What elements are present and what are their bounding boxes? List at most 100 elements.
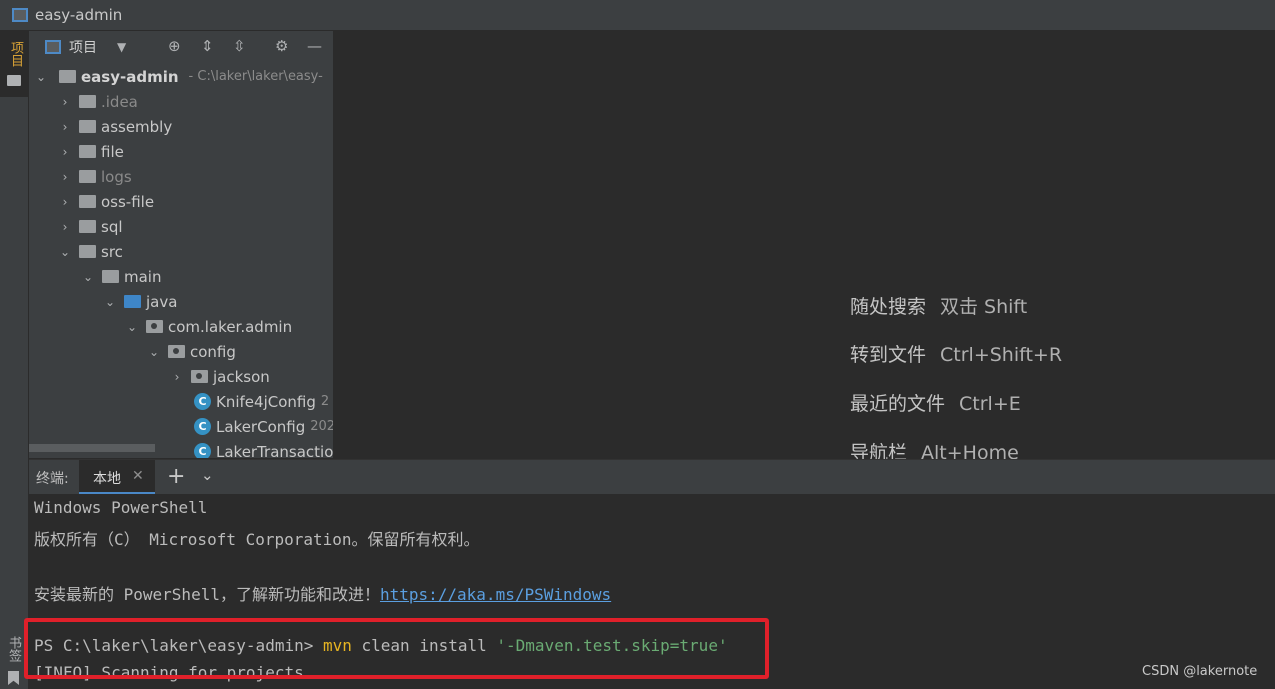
chevron-down-icon[interactable]: ⌄: [126, 320, 138, 334]
watermark: CSDN @lakernote: [1142, 664, 1258, 679]
tree-row-lakerconfig[interactable]: C LakerConfig 202: [194, 414, 333, 439]
powershell-link[interactable]: https://aka.ms/PSWindows: [380, 585, 611, 604]
tree-row-label: file: [101, 142, 124, 161]
terminal-tab-local[interactable]: 本地 ✕: [79, 460, 155, 494]
package-icon: [191, 370, 208, 383]
expand-all-icon[interactable]: ⇕: [201, 37, 214, 55]
left-tool-strip: 项目 书签: [0, 31, 29, 689]
tree-row-label: oss-file: [101, 192, 155, 211]
tree-row-main[interactable]: ⌄ main: [82, 264, 162, 289]
class-icon: C: [194, 418, 211, 435]
chevron-down-icon[interactable]: ⌄: [201, 466, 214, 484]
tree-row-easy-admin[interactable]: ⌄ easy-admin - C:\laker\laker\easy-: [35, 64, 323, 89]
hint-shortcut: 双击 Shift: [940, 296, 1028, 318]
tree-row-lakertransaction[interactable]: C LakerTransactio: [194, 439, 333, 458]
module-icon: [59, 70, 76, 83]
window-icon: [12, 8, 28, 22]
hint-label: 最近的文件: [850, 393, 946, 415]
bookmarks-tool-tab[interactable]: 书签: [4, 636, 23, 662]
terminal-tab-label: 本地: [93, 471, 121, 487]
bookmark-icon[interactable]: [8, 671, 19, 685]
terminal-line: 版权所有（C） Microsoft Corporation。保留所有权利。: [34, 530, 480, 549]
tree-row-label: logs: [101, 167, 132, 186]
chevron-right-icon[interactable]: ›: [59, 145, 71, 159]
terminal-label: 终端:: [36, 471, 69, 487]
tree-row-java[interactable]: ⌄ java: [104, 289, 177, 314]
tree-row-label: main: [124, 267, 162, 286]
hint-recent-files: 最近的文件 Ctrl+E: [850, 389, 1021, 416]
terminal-toolbar: 终端: 本地 ✕ + ⌄: [29, 459, 1275, 495]
gear-icon[interactable]: ⚙: [275, 37, 288, 55]
tree-horizontal-scrollbar[interactable]: [29, 444, 155, 452]
hint-label: 随处搜索: [850, 296, 927, 318]
collapse-all-icon[interactable]: ⇳: [233, 37, 246, 55]
project-tool-tab[interactable]: 项目: [0, 31, 28, 97]
chevron-right-icon[interactable]: ›: [59, 170, 71, 184]
folder-icon: [79, 145, 96, 158]
terminal-text: 安装最新的 PowerShell，了解新功能和改进！: [34, 585, 380, 604]
folder-icon: [79, 170, 96, 183]
chevron-down-icon[interactable]: ⌄: [35, 70, 47, 84]
folder-icon: [102, 270, 119, 283]
package-icon: [168, 345, 185, 358]
title-bar: easy-admin: [0, 0, 1275, 31]
project-view-selector[interactable]: 项目: [69, 37, 97, 57]
class-icon: C: [194, 443, 211, 458]
chevron-right-icon[interactable]: ›: [59, 95, 71, 109]
tree-row-logs[interactable]: › logs: [59, 164, 132, 189]
tree-row-config[interactable]: ⌄ config: [148, 339, 236, 364]
tree-row-date: 2: [320, 394, 330, 409]
project-toolbar: 项目 ▼ ⊕ ⇕ ⇳ ⚙ —: [29, 31, 333, 63]
tree-row-knife4jconfig[interactable]: C Knife4jConfig 2: [194, 389, 329, 414]
tree-row-label: java: [146, 292, 178, 311]
tree-row-label: LakerTransactio: [216, 442, 333, 459]
chevron-down-icon[interactable]: ⌄: [59, 245, 71, 259]
package-icon: [146, 320, 163, 333]
highlight-box: [24, 618, 769, 679]
hint-shortcut: Ctrl+E: [959, 393, 1021, 415]
chevron-down-icon[interactable]: ⌄: [148, 345, 160, 359]
close-icon[interactable]: ✕: [132, 468, 144, 484]
tree-row-idea[interactable]: › .idea: [59, 89, 138, 114]
editor-empty-area: 随处搜索 双击 Shift 转到文件 Ctrl+Shift+R 最近的文件 Ctrl+…: [334, 31, 1275, 464]
tree-row-label: sql: [101, 217, 123, 236]
chevron-down-icon[interactable]: ⌄: [104, 295, 116, 309]
tree-row-label: assembly: [101, 117, 173, 136]
tree-row-label: easy-admin: [81, 67, 179, 86]
tree-row-label: Knife4jConfig: [216, 392, 316, 411]
folder-icon: [7, 75, 21, 86]
folder-icon: [79, 195, 96, 208]
chevron-right-icon[interactable]: ›: [59, 195, 71, 209]
chevron-down-icon[interactable]: ⌄: [82, 270, 94, 284]
folder-icon: [79, 120, 96, 133]
tree-row-date: 202: [310, 419, 333, 434]
locate-icon[interactable]: ⊕: [168, 37, 181, 55]
tree-row-sql[interactable]: › sql: [59, 214, 123, 239]
tree-row-com-laker-admin[interactable]: ⌄ com.laker.admin: [126, 314, 292, 339]
tree-row-oss-file[interactable]: › oss-file: [59, 189, 154, 214]
tree-row-file[interactable]: › file: [59, 139, 124, 164]
new-terminal-icon[interactable]: +: [167, 464, 185, 489]
tree-row-label: com.laker.admin: [168, 317, 293, 336]
tree-row-path: - C:\laker\laker\easy-: [188, 69, 323, 84]
hint-search-everywhere: 随处搜索 双击 Shift: [850, 292, 1027, 319]
source-folder-icon: [124, 295, 141, 308]
tree-row-label: jackson: [213, 367, 270, 386]
chevron-right-icon[interactable]: ›: [59, 220, 71, 234]
chevron-right-icon[interactable]: ›: [59, 120, 71, 134]
tree-row-src[interactable]: ⌄ src: [59, 239, 123, 264]
chevron-right-icon[interactable]: ›: [171, 370, 183, 384]
window-title: easy-admin: [35, 6, 123, 24]
chevron-down-icon[interactable]: ▼: [117, 40, 126, 54]
tree-row-label: LakerConfig: [216, 417, 306, 436]
tree-row-jackson[interactable]: › jackson: [171, 364, 270, 389]
project-view-icon: [45, 40, 61, 54]
class-icon: C: [194, 393, 211, 410]
hide-panel-icon[interactable]: —: [307, 37, 322, 55]
tree-row-label: src: [101, 242, 123, 261]
hint-label: 转到文件: [850, 344, 927, 366]
folder-icon: [79, 95, 96, 108]
tree-row-assembly[interactable]: › assembly: [59, 114, 173, 139]
terminal-line: 安装最新的 PowerShell，了解新功能和改进！https://aka.ms…: [34, 581, 611, 605]
project-tool-tab-label: 项目: [8, 41, 23, 67]
